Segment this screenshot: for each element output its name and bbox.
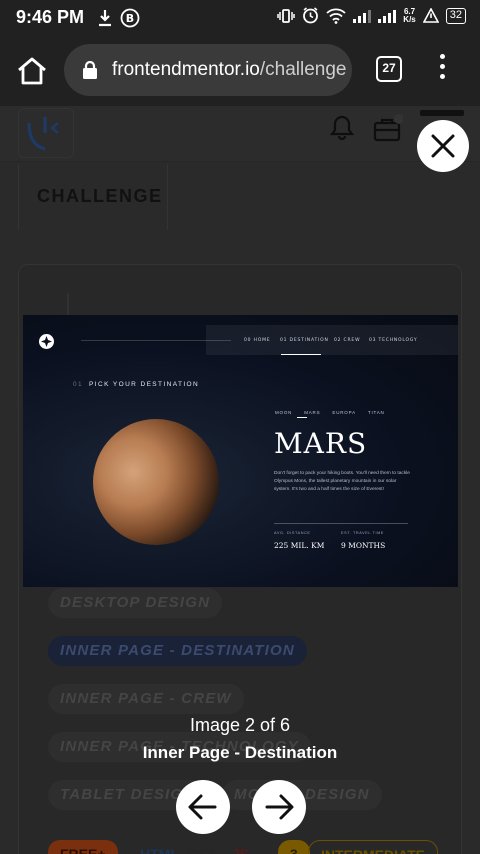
tag-inner-crew[interactable]: INNER PAGE - CREW (48, 684, 244, 714)
address-bar[interactable]: frontendmentor.io/challenge (64, 44, 352, 96)
site-logo[interactable] (18, 108, 74, 158)
tag-desktop-design[interactable]: DESKTOP DESIGN (48, 588, 223, 618)
browser-toolbar: frontendmentor.io/challenge 27 (0, 34, 480, 106)
distance-label: AVG. DISTANCE (274, 531, 311, 535)
close-lightbox-button[interactable] (417, 120, 469, 172)
tab-switcher-button[interactable]: 27 (376, 56, 402, 82)
next-image-button[interactable] (252, 780, 306, 834)
planet-name: MARS (274, 427, 368, 460)
pick-destination-heading: 01 PICK YOUR DESTINATION (73, 381, 200, 388)
warning-icon (422, 8, 439, 23)
preview-nav-crew: 02 CREW (334, 338, 361, 343)
status-bar: 9:46 PM B 6.7 K/s 32 (0, 0, 480, 34)
battery-indicator: 32 (445, 7, 466, 24)
destination-active-underline (297, 417, 307, 418)
site-header (0, 106, 480, 162)
planet-image (93, 419, 219, 545)
image-counter: Image 2 of 6 (189, 715, 291, 735)
alarm-icon (303, 7, 319, 24)
badge-free: FREE+ (48, 840, 118, 854)
overflow-menu-button[interactable] (436, 54, 448, 88)
b-badge-icon: B (120, 8, 140, 28)
svg-text:B: B (126, 12, 134, 25)
status-time: 9:46 PM (16, 7, 85, 27)
signal-icon-2 (378, 9, 397, 23)
vibrate-icon (277, 8, 296, 23)
download-icon (99, 10, 111, 27)
arrow-left-icon (188, 794, 217, 820)
signal-icon-1 (353, 9, 372, 23)
distance-value: 225 MIL. KM (274, 541, 325, 550)
stats-divider (274, 523, 408, 524)
briefcase-icon[interactable] (373, 114, 403, 142)
difficulty-level: 3 (278, 840, 310, 854)
home-icon[interactable] (16, 56, 48, 86)
travel-time-value: 9 MONTHS (341, 541, 386, 550)
destination-tabs: MOON MARS EUROPA TITAN (275, 410, 385, 415)
star-icon (41, 336, 52, 347)
arrow-right-icon (265, 794, 294, 820)
network-speed: 6.7 K/s (403, 6, 416, 24)
lang-js: JS (232, 846, 250, 854)
preview-nav-technology: 03 TECHNOLOGY (369, 338, 418, 343)
lightbox-image: 00 HOME 01 DESTINATION 02 CREW 03 TECHNO… (23, 315, 458, 587)
preview-nav-destination: 01 DESTINATION (280, 338, 329, 343)
wifi-icon (326, 8, 346, 24)
logo-mark-icon (27, 117, 59, 151)
image-title: Inner Page - Destination (142, 743, 338, 762)
nav-active-underline (281, 354, 321, 355)
url-text: frontendmentor.io/challenge (112, 59, 347, 80)
previous-image-button[interactable] (176, 780, 230, 834)
lock-icon (83, 61, 97, 79)
menu-icon[interactable] (420, 110, 464, 116)
bell-icon[interactable] (330, 114, 354, 140)
preview-nav-home: 00 HOME (244, 338, 271, 343)
difficulty-label: INTERMEDIATE (308, 840, 438, 854)
tag-inner-destination[interactable]: INNER PAGE - DESTINATION (48, 636, 307, 666)
travel-time-label: EST. TRAVEL TIME (341, 531, 385, 535)
tab-challenge[interactable]: CHALLENGE (18, 164, 168, 230)
planet-description: Don't forget to pack your hiking boots. … (274, 471, 410, 492)
close-icon (431, 134, 455, 158)
